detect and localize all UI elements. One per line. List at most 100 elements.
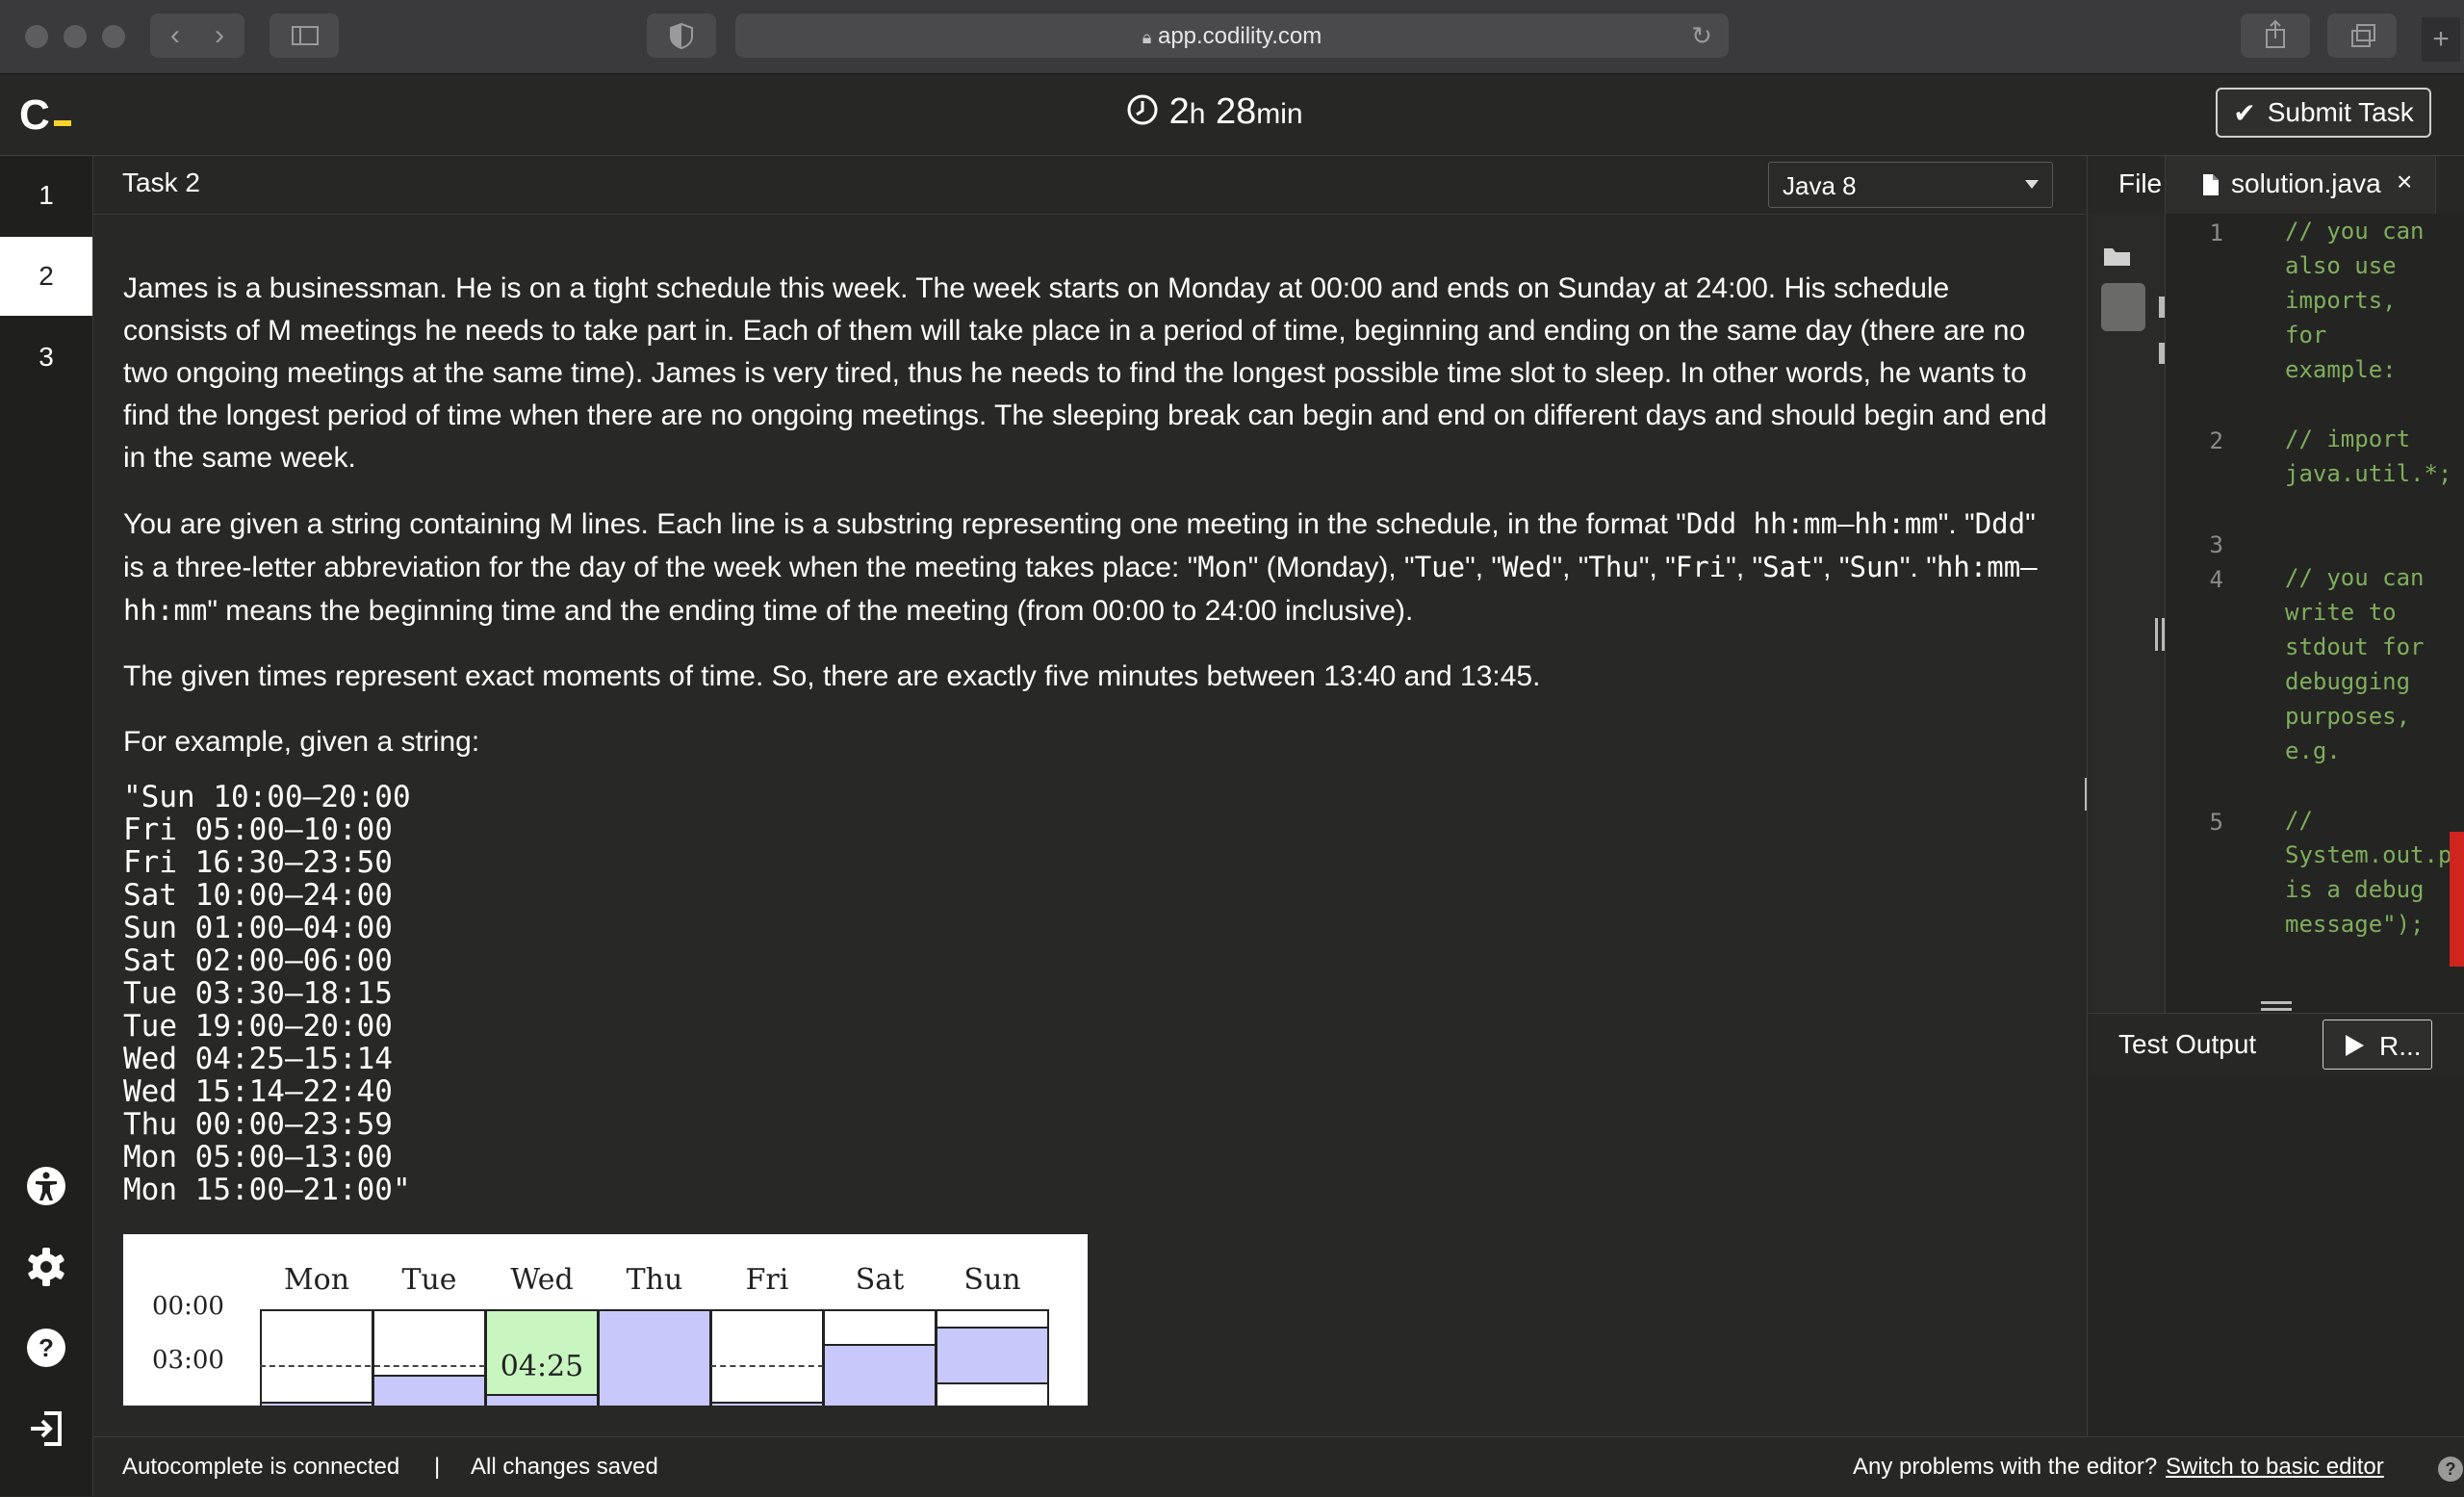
text-run: ", " bbox=[1465, 552, 1502, 583]
meeting-block-sat bbox=[823, 1344, 937, 1406]
inline-code: Wed bbox=[1502, 551, 1553, 583]
example-input-block: "Sun 10:00–20:00 Fri 05:00–10:00 Fri 16:… bbox=[123, 780, 411, 1207]
line-number: 3 bbox=[2209, 531, 2223, 558]
editor-panel: Files solution.java × 1 // you can also … bbox=[2087, 156, 2464, 1436]
schedule-figure: Mon Tue Wed Thu Fri Sat Sun 00:00 03:00 … bbox=[123, 1234, 1088, 1406]
file-tree-marker bbox=[2159, 297, 2165, 318]
task-tab-label: 1 bbox=[38, 180, 54, 210]
code-editor[interactable]: 1 // you can also use imports, for examp… bbox=[2166, 214, 2464, 1013]
task-tab-3[interactable]: 3 bbox=[0, 318, 92, 397]
share-button[interactable] bbox=[2241, 13, 2310, 58]
help-icon[interactable]: ? bbox=[23, 1325, 69, 1371]
minimize-window-button[interactable] bbox=[64, 25, 87, 48]
switch-basic-editor-link[interactable]: Switch to basic editor bbox=[2166, 1454, 2384, 1481]
sleep-gap-block: 04:25 bbox=[485, 1309, 599, 1396]
task-title: Task 2 bbox=[122, 168, 200, 197]
task-tab-1[interactable]: 1 bbox=[0, 156, 92, 235]
code-line: // you can write to stdout for debugging… bbox=[2285, 564, 2438, 764]
text-run: ". " bbox=[1938, 508, 1975, 540]
text-run: " (Monday), " bbox=[1247, 552, 1415, 583]
text-run: " means the beginning time and the endin… bbox=[207, 595, 1414, 627]
inline-code: Tue bbox=[1414, 551, 1466, 583]
sidebar-icon bbox=[292, 26, 319, 45]
url-text: app.codility.com bbox=[1157, 23, 1322, 49]
editor-problems-text: Any problems with the editor? bbox=[1853, 1454, 2158, 1480]
folder-icon[interactable] bbox=[2103, 245, 2132, 268]
task-tab-2[interactable]: 2 bbox=[0, 237, 92, 316]
file-tree bbox=[2088, 214, 2166, 1013]
text-run: ", " bbox=[1812, 552, 1850, 583]
text-run: ". " bbox=[1899, 552, 1937, 583]
reload-icon[interactable]: ↻ bbox=[1684, 13, 1719, 58]
code-line: // you can also use imports, for example… bbox=[2285, 218, 2438, 383]
line-number: 2 bbox=[2209, 427, 2223, 454]
help-icon[interactable]: ? bbox=[2438, 1457, 2463, 1482]
new-tab-plus-icon[interactable]: + bbox=[2422, 17, 2460, 62]
line-number: 1 bbox=[2209, 219, 2223, 246]
codility-logo: C bbox=[19, 91, 50, 139]
figure-time-label: 00:00 bbox=[152, 1292, 224, 1321]
description-paragraph-4: For example, given a string: bbox=[123, 726, 480, 758]
gear-icon[interactable] bbox=[23, 1244, 69, 1290]
inline-code: Ddd bbox=[1974, 507, 2026, 540]
inline-code: Ddd hh:mm–hh:mm bbox=[1685, 507, 1938, 540]
text-run: ", " bbox=[1638, 552, 1676, 583]
figure-column-mon bbox=[260, 1309, 373, 1406]
timer-hours: 2 bbox=[1168, 91, 1190, 132]
run-tests-label: R... bbox=[2379, 1031, 2422, 1061]
text-run: You are given a string containing M line… bbox=[123, 508, 1686, 540]
inline-code: Fri bbox=[1675, 551, 1727, 583]
meeting-block-thu bbox=[598, 1309, 711, 1406]
timer-minutes-unit: min bbox=[1256, 98, 1303, 130]
status-separator: | bbox=[434, 1454, 441, 1480]
line-number: 5 bbox=[2209, 809, 2223, 836]
figure-gridline bbox=[260, 1365, 485, 1367]
run-tests-button[interactable]: R... bbox=[2323, 1020, 2432, 1070]
text-run: ", " bbox=[1726, 552, 1763, 583]
address-bar[interactable]: 🔒︎ app.codility.com ↻ bbox=[735, 13, 1729, 58]
files-tab[interactable]: Files bbox=[2118, 168, 2163, 199]
file-tab-solution[interactable]: solution.java × bbox=[2165, 156, 2436, 214]
task-tab-label: 3 bbox=[38, 342, 54, 372]
line-number: 4 bbox=[2209, 566, 2223, 593]
caret-down-icon bbox=[2025, 180, 2039, 189]
logout-icon[interactable] bbox=[23, 1406, 69, 1452]
meeting-block-sun bbox=[936, 1327, 1049, 1384]
close-window-button[interactable] bbox=[25, 25, 48, 48]
language-select-value: Java 8 bbox=[1783, 171, 1857, 200]
autocomplete-status: Autocomplete is connected bbox=[122, 1454, 400, 1480]
figure-gridline bbox=[710, 1365, 824, 1367]
play-icon bbox=[2346, 1035, 2364, 1056]
checkmark-icon: ✔ bbox=[2233, 97, 2256, 128]
inline-code: Sun bbox=[1849, 551, 1900, 583]
zoom-window-button[interactable] bbox=[102, 25, 125, 48]
chevron-right-icon[interactable]: › bbox=[200, 13, 239, 58]
description-paragraph-1: James is a businessman. He is on a tight… bbox=[123, 272, 2047, 474]
meeting-block-fri bbox=[710, 1402, 824, 1406]
chevron-left-icon[interactable]: ‹ bbox=[156, 13, 194, 58]
share-icon bbox=[2266, 19, 2285, 48]
tab-overview-button[interactable] bbox=[2327, 13, 2397, 58]
test-output-title: Test Output bbox=[2118, 1029, 2257, 1059]
svg-text:?: ? bbox=[38, 1333, 54, 1362]
submit-task-button[interactable]: ✔ Submit Task bbox=[2216, 88, 2431, 138]
privacy-shield-button[interactable] bbox=[647, 13, 716, 58]
inline-code: Thu bbox=[1588, 551, 1639, 583]
tabs-icon bbox=[2351, 24, 2375, 47]
task-description: James is a businessman. He is on a tight… bbox=[123, 268, 2058, 1206]
file-tree-item[interactable] bbox=[2101, 283, 2145, 331]
save-status: All changes saved bbox=[471, 1454, 658, 1480]
meeting-block-mon bbox=[260, 1402, 373, 1406]
timer-hours-unit: h bbox=[1189, 98, 1206, 130]
file-tree-resize-handle[interactable] bbox=[2155, 618, 2165, 651]
browser-toolbar: ‹ › 🔒︎ app.codility.com ↻ + bbox=[0, 0, 2464, 74]
close-icon[interactable]: × bbox=[2397, 167, 2412, 197]
figure-day-label: Sat bbox=[855, 1263, 905, 1297]
figure-day-label: Wed bbox=[510, 1263, 574, 1297]
text-run: ", " bbox=[1552, 552, 1589, 583]
meeting-block-tue bbox=[372, 1375, 486, 1406]
language-select[interactable]: Java 8 bbox=[1768, 162, 2053, 208]
accessibility-icon[interactable] bbox=[23, 1163, 69, 1209]
sidebar-toggle-button[interactable] bbox=[270, 13, 339, 58]
output-resize-handle[interactable] bbox=[2261, 1001, 2292, 1011]
